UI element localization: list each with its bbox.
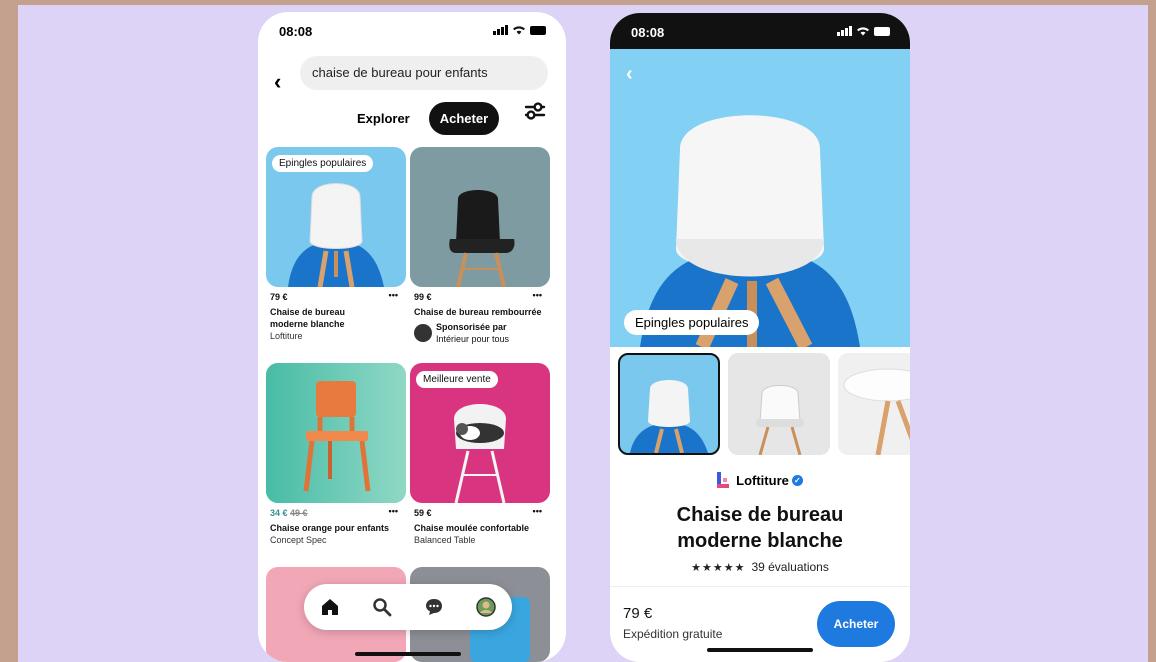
tab-acheter[interactable]: Acheter [428, 102, 500, 135]
brand-logo-icon [717, 472, 730, 488]
search-input[interactable]: chaise de bureau pour enfants [300, 56, 548, 90]
orange-chair-image [266, 363, 406, 503]
signal-icon [837, 26, 852, 36]
best-seller-badge: Meilleure vente [416, 371, 498, 388]
battery-icon [530, 25, 546, 35]
pin-title: Chaise orange pour enfants [270, 523, 390, 533]
clock: 08:08 [279, 24, 313, 39]
pin-source: Balanced Table [414, 535, 476, 545]
thumbnail[interactable] [838, 353, 910, 455]
home-icon[interactable] [320, 597, 340, 617]
pin-price: 34 € 49 € [270, 507, 402, 519]
pin-source: Loftiture [270, 331, 303, 341]
sponsor-name: Intérieur pour tous [436, 334, 510, 344]
rating-count: 39 évaluations [751, 560, 829, 574]
pin-card[interactable]: 34 € 49 € ••• Chaise orange pour enfants… [266, 363, 406, 546]
pin-price: 79 € [270, 292, 288, 302]
page-background [18, 5, 1148, 662]
back-arrow-icon[interactable]: ‹ [626, 63, 633, 86]
product-hero-image: ‹ Epingles populaires [610, 49, 910, 347]
star-rating-icon: ★★★★★ [691, 562, 746, 574]
black-chair-image [410, 147, 550, 287]
pin-title: Chaise de bureau rembourrée [414, 307, 542, 317]
pin-card[interactable]: 99 € ••• Chaise de bureau rembourrée Spo… [410, 147, 550, 345]
shipping-info: Expédition gratuite [623, 627, 723, 641]
sponsor-avatar [414, 324, 432, 342]
tab-explorer[interactable]: Explorer [346, 102, 421, 135]
search-results-phone: 08:08 ‹ chaise de bureau pour enfants Ex… [258, 12, 566, 662]
home-indicator [707, 648, 813, 652]
pin-source: Concept Spec [270, 535, 327, 545]
signal-icon [493, 25, 508, 35]
popular-badge: Epingles populaires [624, 310, 760, 335]
search-icon[interactable] [372, 597, 392, 617]
pin-price: 99 € [414, 292, 432, 302]
wifi-icon [513, 26, 525, 35]
pin-card[interactable]: Epingles populaires 79 € ••• Chaise de b… [266, 147, 406, 342]
image-thumbnails [618, 353, 910, 455]
brand-name: Loftiture [736, 472, 789, 488]
brand-row[interactable]: Loftiture ✓ [610, 472, 910, 488]
sponsored-label: Sponsorisée par [436, 322, 507, 332]
profile-icon[interactable] [476, 597, 496, 617]
status-bar: 08:08 [258, 12, 566, 52]
pin-title: Chaise moulée confortable [414, 523, 530, 533]
pin-meta: 59 € ••• Chaise moulée confortable Balan… [410, 503, 550, 546]
product-detail-phone: 08:08 ‹ Epingles populaires Loftiture ✓ … [610, 13, 910, 662]
product-title-line: moderne blanche [677, 530, 843, 552]
pin-meta: 99 € ••• Chaise de bureau rembourrée Spo… [410, 287, 550, 345]
thumbnail[interactable] [728, 353, 830, 455]
rating-row[interactable]: ★★★★★ 39 évaluations [610, 560, 910, 574]
buy-button[interactable]: Acheter [817, 601, 895, 647]
pin-title: moderne blanche [270, 319, 345, 329]
old-price: 49 € [290, 508, 308, 518]
more-options-icon[interactable]: ••• [533, 289, 542, 301]
more-options-icon[interactable]: ••• [533, 505, 542, 517]
pin-price: 59 € [414, 508, 432, 518]
status-bar: 08:08 [610, 13, 910, 49]
thumbnail-selected[interactable] [618, 353, 720, 455]
white-chair-image: Epingles populaires [266, 147, 406, 287]
verified-icon: ✓ [791, 474, 803, 486]
status-indicators [837, 26, 890, 36]
bottom-nav [304, 584, 512, 630]
back-arrow-icon[interactable]: ‹ [274, 69, 281, 95]
pin-meta: 79 € ••• Chaise de bureau moderne blanch… [266, 287, 406, 342]
sale-price: 34 € [270, 508, 288, 518]
popular-badge: Epingles populaires [272, 155, 374, 172]
more-options-icon[interactable]: ••• [389, 505, 398, 517]
tab-bar: Explorer Acheter [346, 102, 500, 135]
home-indicator [355, 652, 461, 656]
product-title: Chaise de bureau moderne blanche [610, 502, 910, 554]
product-price: 79 € [623, 605, 653, 622]
wifi-icon [857, 27, 869, 36]
chat-icon[interactable] [424, 597, 444, 617]
battery-icon [874, 26, 890, 36]
pin-meta: 34 € 49 € ••• Chaise orange pour enfants… [266, 503, 406, 546]
pin-title: Chaise de bureau [270, 307, 346, 317]
product-title-line: Chaise de bureau [676, 504, 844, 526]
pin-card[interactable]: Meilleure vente 59 € ••• Chaise moulée c… [410, 363, 550, 546]
clock: 08:08 [631, 25, 665, 40]
divider [610, 586, 910, 587]
more-options-icon[interactable]: ••• [389, 289, 398, 301]
filter-icon[interactable] [524, 101, 546, 121]
status-indicators [493, 25, 546, 35]
sponsor-row[interactable]: Sponsorisée par Intérieur pour tous [414, 321, 546, 345]
cat-chair-image: Meilleure vente [410, 363, 550, 503]
